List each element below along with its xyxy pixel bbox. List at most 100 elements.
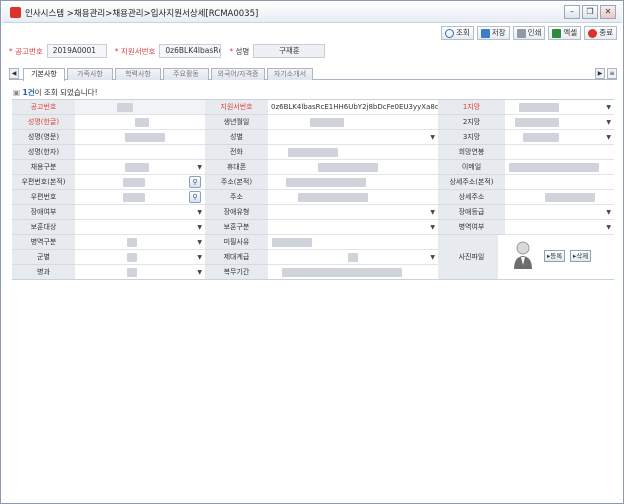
disability-select[interactable]: ▼ (75, 205, 205, 220)
choice3-select[interactable]: ▼ (505, 130, 614, 145)
print-button[interactable]: 인쇄 (512, 26, 546, 40)
detail-address-input[interactable] (505, 190, 614, 205)
main-window: 인사시스템 >채용관리>채용관리>입사지원서상세[RCMA0035] – ❐ ✕… (0, 0, 624, 504)
mobile-input[interactable] (268, 160, 438, 175)
veteran-type-select[interactable]: ▼ (268, 220, 438, 235)
desired-salary-input[interactable] (505, 145, 614, 160)
form-label: 장애여부 (12, 205, 75, 220)
minimize-button[interactable]: – (564, 5, 580, 19)
name-hanja-input[interactable] (75, 145, 205, 160)
photo-register-button[interactable]: ▸등록 (544, 250, 566, 262)
app-icon (10, 7, 21, 18)
notice-no-field[interactable]: 2019A0001 (46, 44, 107, 58)
form-label: 장애유형 (205, 205, 268, 220)
disability-grade-select[interactable]: ▼ (505, 205, 614, 220)
form-label: 성명(한글) (12, 115, 75, 130)
save-button[interactable]: 저장 (476, 26, 510, 40)
toolbar: 조회 저장 인쇄 엑셀 종료 (440, 26, 617, 40)
chevron-down-icon: ▼ (197, 164, 202, 171)
excel-button[interactable]: 엑셀 (548, 26, 582, 40)
form-label: 성별 (205, 130, 268, 145)
hire-type-select[interactable]: ▼ (75, 160, 205, 175)
service-period-input[interactable] (268, 265, 438, 280)
chevron-down-icon: ▼ (197, 224, 202, 231)
form-label: 공고번호 (12, 100, 75, 115)
form-label: 성명(한자) (12, 145, 75, 160)
form-label: 주소 (205, 190, 268, 205)
form-label: 주소(본적) (205, 175, 268, 190)
name-label: * 성명 (229, 46, 250, 56)
chevron-down-icon: ▼ (606, 104, 611, 111)
form-label: 생년월일 (205, 115, 268, 130)
chevron-down-icon: ▼ (197, 209, 202, 216)
choice1-select[interactable]: ▼ (505, 100, 614, 115)
email-input[interactable] (505, 160, 614, 175)
name-korean-input[interactable] (75, 115, 205, 130)
address-input[interactable] (268, 190, 438, 205)
military-type-select[interactable]: ▼ (75, 235, 205, 250)
chevron-down-icon: ▼ (606, 119, 611, 126)
chevron-down-icon: ▼ (197, 269, 202, 276)
tab-activities[interactable]: 주요활동 (163, 68, 209, 80)
form-label: 전화 (205, 145, 268, 160)
tab-education[interactable]: 학력사항 (115, 68, 161, 80)
form-label: 보훈대상 (12, 220, 75, 235)
search-icon[interactable]: ⚲ (189, 191, 201, 203)
notice-no-value (75, 100, 205, 115)
tab-self-intro[interactable]: 자기소개서 (267, 68, 313, 80)
notice-no-label: * 공고번호 (9, 46, 43, 56)
disability-type-select[interactable]: ▼ (268, 205, 438, 220)
tab-bar: ◀ 기본사항 가족사항 학력사항 주요활동 외국어/자격증 자기소개서 ≡ ▶ (9, 68, 617, 81)
tab-scroll-right[interactable]: ▶ (595, 68, 605, 79)
exit-icon (588, 28, 598, 38)
form-label: 성명(영문) (12, 130, 75, 145)
print-icon (516, 28, 526, 38)
form-bottom-border (12, 279, 614, 280)
search-icon[interactable]: ⚲ (189, 176, 201, 188)
military-branch-select[interactable]: ▼ (75, 250, 205, 265)
restore-button[interactable]: ❐ (582, 5, 598, 19)
form-label: 지원서번호 (205, 100, 268, 115)
search-icon (444, 28, 454, 38)
zip-registered-input[interactable]: ⚲ (75, 175, 205, 190)
key-row: * 공고번호 2019A0001 * 지원서번호 0z6BLK4lbasRcE1… (9, 44, 333, 58)
phone-input[interactable] (268, 145, 438, 160)
form-label: 3지망 (438, 130, 505, 145)
tab-menu-button[interactable]: ≡ (607, 68, 617, 79)
form-label: 보훈구분 (205, 220, 268, 235)
search-button[interactable]: 조회 (440, 26, 474, 40)
military-specialty-select[interactable]: ▼ (75, 265, 205, 280)
name-english-input[interactable] (75, 130, 205, 145)
title-bar: 인사시스템 >채용관리>채용관리>입사지원서상세[RCMA0035] – ❐ ✕ (2, 2, 622, 23)
form-label: 복무기간 (205, 265, 268, 280)
photo-panel: ▸등록 ▸삭제 (498, 235, 614, 279)
tab-family[interactable]: 가족사항 (67, 68, 113, 80)
chevron-down-icon: ▼ (430, 254, 435, 261)
name-field[interactable]: 구재훈 (253, 44, 326, 58)
applicant-no-label: * 지원서번호 (114, 46, 156, 56)
close-button[interactable]: ✕ (600, 5, 616, 19)
exit-button[interactable]: 종료 (584, 26, 617, 40)
discharge-rank-select[interactable]: ▼ (268, 250, 438, 265)
chevron-down-icon: ▼ (606, 224, 611, 231)
military-status-select[interactable]: ▼ (505, 220, 614, 235)
save-icon (480, 28, 490, 38)
form-label: 상세주소(본적) (438, 175, 505, 190)
applicant-no-value: 0z6BLK4lbasRcE1HH6UbY2j8bDcFe0EU3yyXa8dl… (268, 100, 438, 115)
zip-input[interactable]: ⚲ (75, 190, 205, 205)
form-label: 병역여부 (438, 220, 505, 235)
gender-select[interactable]: ▼ (268, 130, 438, 145)
tab-basic[interactable]: 기본사항 (23, 68, 65, 81)
form-label: 장애등급 (438, 205, 505, 220)
address-registered-input[interactable] (268, 175, 438, 190)
birth-date-input[interactable] (268, 115, 438, 130)
photo-delete-button[interactable]: ▸삭제 (570, 250, 592, 262)
choice2-select[interactable]: ▼ (505, 115, 614, 130)
form-label: 이메일 (438, 160, 505, 175)
applicant-no-field[interactable]: 0z6BLK4lbasRcE1 (159, 44, 222, 58)
tab-scroll-left[interactable]: ◀ (9, 68, 19, 79)
tab-language-cert[interactable]: 외국어/자격증 (211, 68, 265, 80)
veteran-select[interactable]: ▼ (75, 220, 205, 235)
detail-address-registered-input[interactable] (505, 175, 614, 190)
exemption-reason-input[interactable] (268, 235, 438, 250)
